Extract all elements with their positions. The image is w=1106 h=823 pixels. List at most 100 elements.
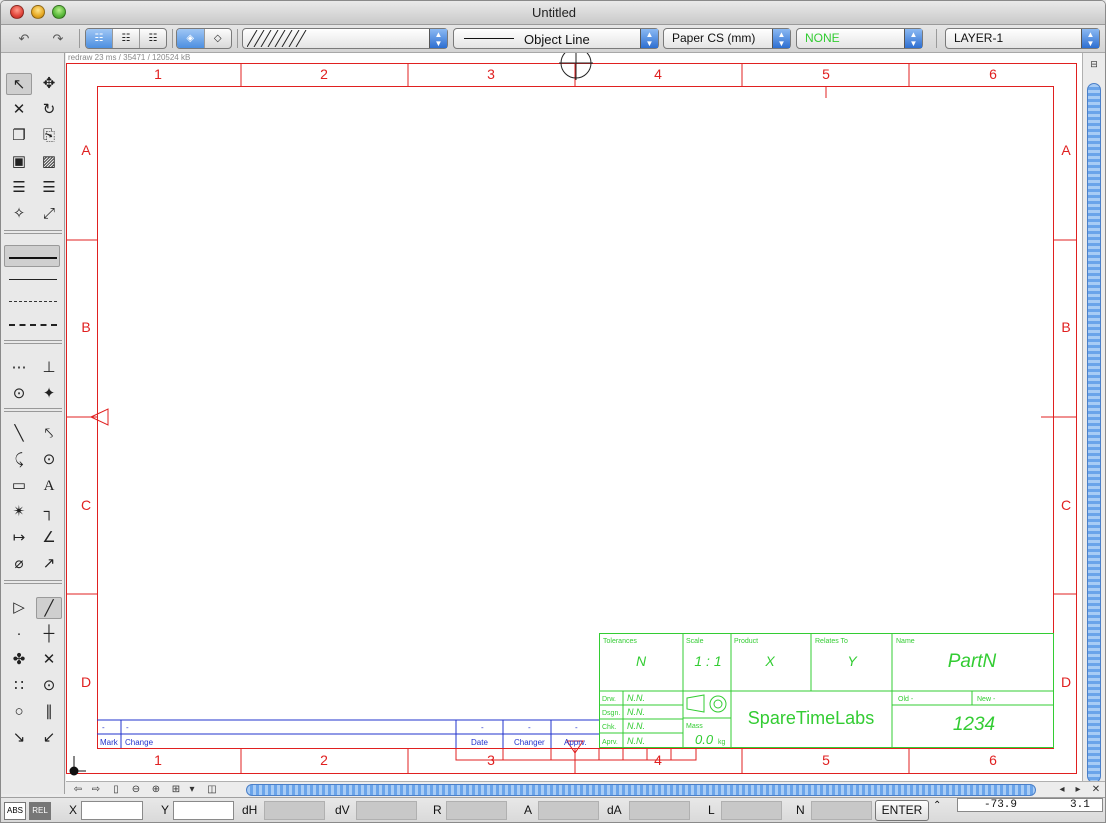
line-dashed-icon[interactable] — [9, 324, 57, 326]
line-dashdot-icon[interactable] — [9, 301, 57, 302]
diameter-tool-icon[interactable]: ⌀ — [6, 553, 32, 575]
fillet-tool-icon[interactable]: ┐ — [36, 501, 62, 523]
layer-label: LAYER-1 — [954, 31, 1004, 45]
rev-changer-header: Changer — [514, 738, 545, 747]
enter-button[interactable]: ENTER — [875, 800, 929, 821]
old-label: Old - — [898, 696, 914, 703]
y-input[interactable] — [173, 801, 234, 820]
color-select[interactable]: NONE ▲ ▼ — [796, 28, 923, 49]
layer-view-segment: ◈ ◇ — [176, 28, 232, 49]
snap-point-icon[interactable]: ✦ — [36, 383, 62, 405]
caret-up-icon: ⌃ — [933, 800, 942, 811]
scale-out-icon[interactable]: ⤢ — [36, 203, 62, 225]
snap-grid-icon[interactable]: ☷ — [86, 29, 113, 48]
snap-center-icon[interactable]: ⊙ — [6, 383, 32, 405]
tolerances-value: N — [636, 653, 647, 669]
chk-label: Chk. — [602, 724, 616, 731]
line-thin-icon[interactable] — [9, 279, 57, 280]
product-value: X — [764, 653, 775, 669]
hatch-select[interactable]: ▲ ▼ — [242, 28, 448, 49]
linestyle-solid-thick[interactable] — [4, 245, 60, 267]
arc-tool-icon[interactable]: ⤹ — [6, 449, 32, 471]
dv-input[interactable] — [356, 801, 417, 820]
a-input[interactable] — [538, 801, 599, 820]
linetype-select[interactable]: Object Line ▲ ▼ — [453, 28, 659, 49]
line-tool-icon[interactable]: ╲ — [6, 423, 32, 445]
zoom-window-icon[interactable]: ⊞ — [168, 783, 184, 797]
new-label: New - — [977, 696, 996, 703]
back-arrow-icon[interactable]: ⇦ — [70, 783, 86, 797]
tangent-icon[interactable]: ○ — [6, 701, 32, 723]
split-horizontal-icon[interactable]: ◫ — [204, 783, 220, 797]
da-input[interactable] — [629, 801, 690, 820]
col-label-top-2: 2 — [320, 66, 328, 82]
snap-hier-icon[interactable]: ☷ — [140, 29, 166, 48]
chevron-updown-icon: ▲ ▼ — [640, 29, 658, 48]
move-icon[interactable]: ✥ — [36, 73, 62, 95]
delete-icon[interactable]: ✕ — [6, 99, 32, 121]
vertical-scroll-thumb[interactable] — [1087, 83, 1101, 783]
point-tool-icon[interactable]: · — [6, 623, 32, 645]
dsgn-label: Dsgn. — [602, 710, 620, 717]
drawing-canvas[interactable]: redraw 23 ms / 35471 / 120524 kB 1 2 3 4… — [66, 53, 1082, 781]
intersect-icon[interactable]: ✤ — [6, 649, 32, 671]
undo-icon[interactable]: ↶ — [13, 29, 35, 49]
dimension-tool-icon[interactable]: ↦ — [6, 527, 32, 549]
l-input[interactable] — [721, 801, 782, 820]
snap-perp-icon[interactable]: ⊥ — [36, 357, 62, 379]
zoom-in-icon[interactable]: ⊕ — [148, 783, 164, 797]
drawing-sheet: 1 2 3 4 5 6 1 2 3 4 5 6 A B C D A B C D — [66, 53, 1077, 776]
text-tool-icon[interactable]: A — [36, 475, 62, 497]
layer-select[interactable]: LAYER-1 ▲ ▼ — [945, 28, 1100, 49]
abs-toggle[interactable]: ABS — [4, 802, 26, 820]
select-arrow-icon[interactable]: ↖ — [6, 73, 32, 95]
horizontal-scroll-thumb[interactable] — [246, 784, 1036, 796]
vertical-scrollbar[interactable]: ⊟ — [1082, 53, 1105, 783]
polyline-tool-icon[interactable]: ⤣ — [36, 423, 62, 445]
rel-toggle[interactable]: REL — [29, 802, 51, 820]
ungroup-icon[interactable]: ▨ — [36, 151, 62, 173]
angle-dim-tool-icon[interactable]: ∠ — [36, 527, 62, 549]
row-label-left-d: D — [81, 674, 91, 690]
x-input[interactable] — [81, 801, 143, 820]
snap-line-icon[interactable]: ⋯ — [6, 357, 32, 379]
circle-tool-icon[interactable]: ⊙ — [36, 449, 62, 471]
zoom-menu-chevron-icon[interactable]: ▾ — [184, 783, 200, 797]
forward-arrow-icon[interactable]: ⇨ — [88, 783, 104, 797]
arrange-back-icon[interactable]: ☰ — [36, 177, 62, 199]
group-icon[interactable]: ▣ — [6, 151, 32, 173]
cross-point-icon[interactable]: ┼ — [36, 623, 62, 645]
row-label-right-a: A — [1061, 142, 1071, 158]
scroll-right-icon[interactable]: ▸ — [1070, 783, 1086, 797]
paste-icon[interactable]: ⎘ — [36, 125, 62, 147]
center-point-icon[interactable]: ⊙ — [36, 675, 62, 697]
r-input[interactable] — [446, 801, 507, 820]
rectangle-tool-icon[interactable]: ▭ — [6, 475, 32, 497]
split-view-icon[interactable]: ⊟ — [1084, 57, 1104, 71]
close-split-icon[interactable]: ✕ — [1088, 783, 1104, 797]
scale-in-icon[interactable]: ✧ — [6, 203, 32, 225]
radius-tool-icon[interactable]: ↗ — [36, 553, 62, 575]
row-label-left-c: C — [81, 497, 91, 513]
n-input[interactable] — [811, 801, 872, 820]
cross-icon[interactable]: ✕ — [36, 649, 62, 671]
layers-icon[interactable]: ◈ — [177, 29, 205, 48]
extend-tool-icon[interactable]: ╱ — [36, 597, 62, 619]
parallel-icon[interactable]: ∥ — [36, 701, 62, 723]
scroll-left-icon[interactable]: ◂ — [1054, 783, 1070, 797]
dh-input[interactable] — [264, 801, 325, 820]
redo-icon[interactable]: ↷ — [47, 29, 69, 49]
rotate-icon[interactable]: ↻ — [36, 99, 62, 121]
coordinate-system-select[interactable]: Paper CS (mm) ▲ ▼ — [663, 28, 791, 49]
mirror-icon[interactable]: ↘ — [6, 727, 32, 749]
zoom-out-icon[interactable]: ⊖ — [128, 783, 144, 797]
copy-icon[interactable]: ❐ — [6, 125, 32, 147]
arrange-front-icon[interactable]: ☰ — [6, 177, 32, 199]
endpoint-icon[interactable]: ∷ — [6, 675, 32, 697]
trim-tool-icon[interactable]: ▷ — [6, 597, 32, 619]
offset-icon[interactable]: ↙ — [36, 727, 62, 749]
snap-tree-icon[interactable]: ☷ — [113, 29, 140, 48]
page-icon[interactable]: ▯ — [108, 783, 124, 797]
spline-tool-icon[interactable]: ✴ — [6, 501, 32, 523]
plane-icon[interactable]: ◇ — [205, 29, 232, 48]
